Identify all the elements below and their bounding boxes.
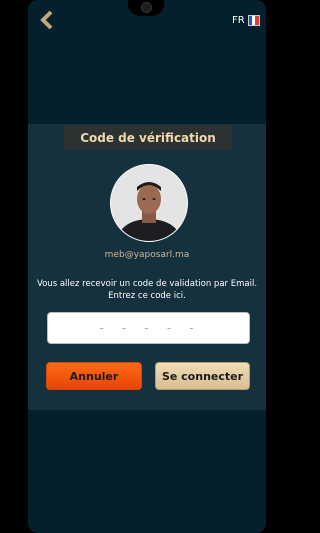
flag-france-icon bbox=[247, 14, 260, 26]
user-email: meb@yaposarl.ma bbox=[104, 250, 190, 260]
page-title: Code de vérification bbox=[64, 125, 232, 150]
camera-icon bbox=[141, 2, 152, 13]
connect-button[interactable]: Se connecter bbox=[155, 362, 250, 390]
avatar bbox=[110, 164, 188, 242]
language-code: FR bbox=[232, 14, 245, 26]
verification-code-input[interactable] bbox=[47, 312, 250, 344]
language-selector[interactable]: FR bbox=[232, 14, 260, 26]
cancel-button[interactable]: Annuler bbox=[46, 362, 142, 390]
back-chevron-icon[interactable] bbox=[37, 10, 57, 30]
instruction-line-1: Vous allez recevoir un code de validatio… bbox=[36, 279, 258, 289]
instruction-line-2: Entrez ce code ici. bbox=[108, 291, 186, 301]
verification-instructions: Vous allez recevoir un code de validatio… bbox=[34, 278, 260, 302]
